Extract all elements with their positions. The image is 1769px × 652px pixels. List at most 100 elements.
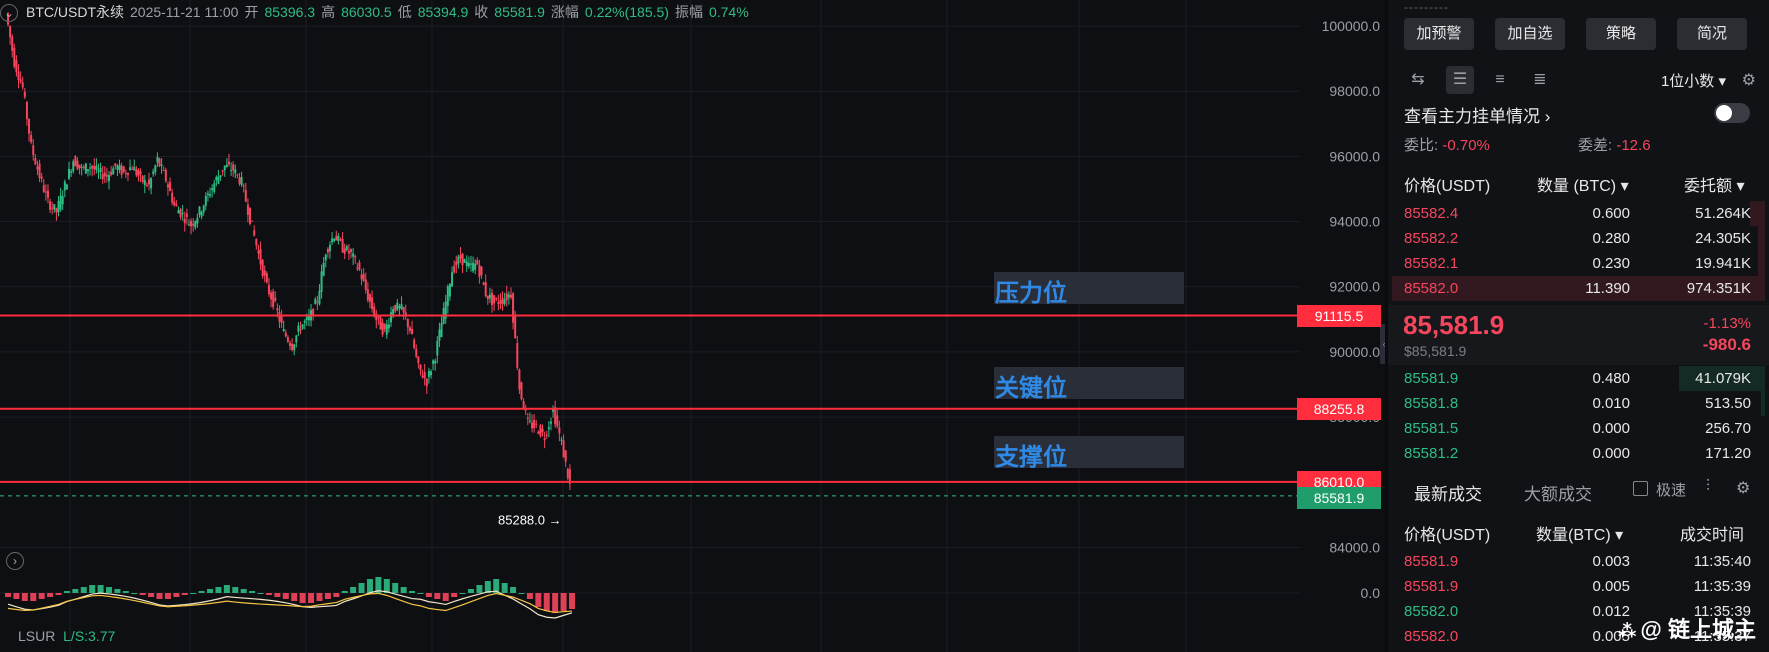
candle-body: [272, 291, 275, 308]
candle-body: [97, 170, 100, 172]
candle-body: [192, 223, 195, 226]
settings-icon[interactable]: ⚙: [1736, 478, 1750, 498]
macd-bar: [425, 593, 432, 597]
candlestick-chart[interactable]: 100000.0 98000.0 96000.0 94000.0 92000.0 9000…: [0, 0, 1385, 652]
chart-panel[interactable]: 100000.0 98000.0 96000.0 94000.0 92000.0 9000…: [0, 0, 1385, 652]
candle-body: [164, 169, 167, 181]
settings-icon[interactable]: ⚙: [1742, 70, 1756, 90]
ask-row[interactable]: 85582.0 11.390 974.351K: [1388, 276, 1769, 301]
candle-body: [42, 185, 45, 192]
overview-button[interactable]: 简况: [1677, 18, 1747, 50]
candle-body: [516, 343, 519, 368]
candle-body: [482, 282, 485, 285]
candle-body: [154, 165, 157, 173]
macd-bar: [97, 585, 104, 593]
indicator-collapse-icon[interactable]: ›: [6, 552, 24, 570]
main-orders-link[interactable]: 查看主力挂单情况 ›: [1404, 102, 1550, 127]
candle-body: [80, 166, 83, 168]
candle-body: [390, 312, 393, 323]
candle-body: [484, 282, 487, 297]
candle-body: [28, 118, 31, 134]
both-sides-icon[interactable]: ☰: [1446, 66, 1474, 94]
candle-body: [36, 166, 39, 170]
ratio-label: 委比:: [1404, 137, 1439, 154]
macd-bar: [282, 593, 289, 599]
candle-body: [40, 176, 43, 179]
candle-body: [368, 294, 371, 302]
candle-body: [564, 450, 567, 462]
candle-body: [263, 270, 266, 276]
asks-only-icon[interactable]: ≣: [1526, 66, 1554, 94]
trade-header-qty[interactable]: 数量(BTC) ▾: [1536, 521, 1623, 545]
candle-body: [398, 306, 401, 309]
candle-body: [162, 170, 165, 172]
candle-body: [46, 190, 49, 198]
macd-bar: [274, 593, 281, 597]
candle-body: [440, 323, 443, 338]
filter-icon[interactable]: ⫶: [1706, 478, 1710, 496]
main-orders-link-text: 查看主力挂单情况: [1404, 107, 1540, 126]
tab-large-trades[interactable]: 大额成交: [1524, 480, 1592, 505]
candle-body: [122, 166, 125, 172]
watermark: ⁂ @ 链上城主: [1618, 617, 1757, 642]
candle-body: [181, 213, 184, 215]
bid-row[interactable]: 85581.5 0.000 256.70: [1388, 416, 1769, 441]
main-orders-toggle[interactable]: [1714, 103, 1750, 123]
add-alert-button[interactable]: 加预警: [1404, 18, 1474, 50]
sidebar: --------- 加预警 加自选 策略 简况 ⇆ ☰ ≡ ≣ 1位小数 ▾ ⚙…: [1388, 0, 1769, 652]
candle-body: [187, 224, 190, 226]
macd-bar: [265, 593, 272, 595]
add-watchlist-button[interactable]: 加自选: [1495, 18, 1565, 50]
symbol-label: BTC/USDT永续: [26, 4, 124, 20]
ob-header-qty[interactable]: 数量 (BTC) ▾: [1537, 172, 1629, 196]
candle-body: [438, 329, 441, 341]
candle-body: [160, 164, 163, 166]
macd-bar: [569, 593, 575, 609]
macd-bar: [518, 593, 525, 594]
candle-body: [514, 315, 517, 339]
candle-body: [175, 204, 178, 206]
ask-row[interactable]: 85582.4 0.600 51.264K: [1388, 201, 1769, 226]
candle-body: [413, 339, 416, 349]
bids-only-icon[interactable]: ≡: [1486, 66, 1514, 94]
bid-row[interactable]: 85581.8 0.010 513.50: [1388, 391, 1769, 416]
bid-row[interactable]: 85581.2 0.000 171.20: [1388, 441, 1769, 466]
bid-row[interactable]: 85581.9 0.480 41.079K: [1388, 366, 1769, 391]
macd-bar: [526, 593, 533, 599]
macd-bar: [291, 593, 298, 601]
candle-body: [209, 194, 212, 196]
ask-row[interactable]: 85582.2 0.280 24.305K: [1388, 226, 1769, 251]
candle-body: [541, 428, 544, 433]
candle-body: [499, 299, 502, 304]
macd-bar: [232, 587, 239, 593]
candle-body: [377, 316, 380, 318]
candle-body: [139, 171, 142, 175]
ask-row[interactable]: 85582.1 0.230 19.941K: [1388, 251, 1769, 276]
strategy-button[interactable]: 策略: [1586, 18, 1656, 50]
switch-icon[interactable]: ⇆: [1404, 66, 1432, 94]
candle-body: [335, 235, 338, 241]
candle-body: [537, 431, 540, 434]
candle-body: [70, 171, 73, 173]
panel-resize-handle[interactable]: ‹: [1380, 324, 1385, 364]
candle-body: [51, 207, 54, 209]
candle-body: [512, 293, 515, 323]
candle-body: [270, 292, 273, 300]
precision-select[interactable]: 1位小数 ▾: [1661, 70, 1726, 91]
ob-header-total[interactable]: 委托额 ▾: [1684, 172, 1745, 196]
candle-body: [25, 102, 28, 120]
level-text: 支撑位: [995, 444, 1067, 471]
candle-body: [198, 206, 201, 215]
candle-body: [547, 427, 550, 430]
candle-body: [337, 236, 340, 241]
candle-body: [419, 364, 422, 371]
candle-body: [356, 267, 359, 269]
candle-body: [478, 264, 481, 277]
tab-latest-trades[interactable]: 最新成交: [1414, 480, 1482, 505]
macd-bar: [47, 593, 54, 597]
candle-body: [93, 165, 96, 170]
candle-body: [251, 220, 254, 222]
fast-checkbox[interactable]: [1633, 481, 1648, 496]
candle-body: [497, 302, 500, 305]
candle-body: [301, 324, 304, 329]
